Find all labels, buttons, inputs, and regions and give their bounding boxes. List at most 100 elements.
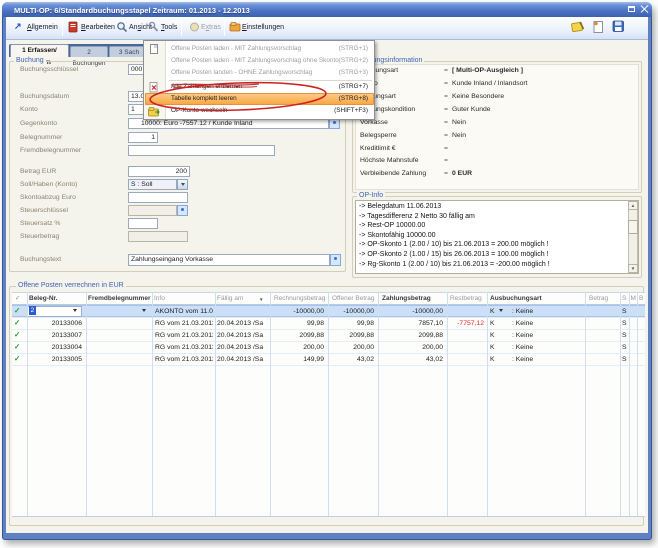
scroll-down-button[interactable]: ▼: [628, 264, 638, 273]
new-document-icon[interactable]: [592, 20, 605, 34]
cell-zahlungsbetrag: 43,02: [380, 355, 443, 365]
menu-item-alle-zahlungen-entfernen[interactable]: Alle Zahlungen entfernen(STRG+7): [144, 81, 374, 93]
close-window-button[interactable]: [640, 5, 650, 13]
steuersatz-input[interactable]: [128, 218, 158, 229]
field-label: Betrag EUR: [20, 168, 56, 175]
info-value: Kunde Inland / Inlandsort: [452, 80, 528, 87]
equals-sign: =: [444, 119, 448, 126]
column-header[interactable]: S: [622, 294, 626, 304]
beleg-editor-value[interactable]: 2: [29, 306, 36, 315]
column-header[interactable]: Ausbuchungsart: [490, 294, 542, 304]
cell-info: RG vom 21.03.2013: [155, 319, 213, 329]
restore-window-button[interactable]: [626, 5, 636, 13]
column-header[interactable]: Fällig am: [217, 294, 243, 304]
scrollbar-thumb[interactable]: [628, 220, 638, 234]
menu-extras[interactable]: Extras: [201, 22, 221, 34]
toolbar-separator: [62, 20, 63, 36]
row-check-icon[interactable]: ✓: [14, 342, 20, 352]
fremdbelegnummer-input[interactable]: [128, 145, 275, 156]
menu-einstellungen[interactable]: Einstellungen: [242, 22, 284, 34]
ausbuchung-dropdown-icon[interactable]: [499, 309, 503, 312]
scroll-up-button[interactable]: ▲: [628, 201, 638, 210]
cell-beleg[interactable]: 20133004: [30, 343, 82, 353]
buchungstext-lookup-button[interactable]: [330, 254, 341, 266]
stamp-note-icon[interactable]: [571, 20, 585, 34]
steuerbetrag-input[interactable]: [128, 231, 188, 242]
field-label: Gegenkonto: [20, 120, 57, 127]
row-check-icon[interactable]: ✓: [14, 306, 20, 316]
betrag-eur-input[interactable]: 200: [128, 166, 190, 177]
arrow-up-icon: ▲: [631, 203, 635, 208]
toolbar-separator: [181, 20, 182, 36]
column-header[interactable]: Fremdbelegnummer: [88, 294, 151, 304]
cell-ausbuchungsart: : Keine: [512, 319, 533, 329]
cell-ausbuchung-code: K: [490, 355, 495, 365]
column-header[interactable]: Offener Betrag: [332, 294, 375, 304]
field-label: Belegnummer: [20, 134, 62, 141]
grid-line: [629, 292, 630, 517]
cell-info: RG vom 21.03.2013: [155, 355, 213, 365]
cell-info: RG vom 21.03.2013: [155, 331, 213, 341]
cell-info: RG vom 21.03.2013: [155, 343, 213, 353]
column-header[interactable]: Zahlungsbetrag: [382, 294, 431, 304]
grid-line: [328, 292, 329, 517]
grid-line: [270, 292, 271, 517]
grid-line: [378, 292, 379, 517]
cell-ausbuchungsart: : Keine: [512, 307, 533, 317]
soll-haben-dropdown-button[interactable]: [177, 179, 188, 190]
belegnummer-input[interactable]: 1: [128, 132, 158, 143]
menu-item-op-laden-mit[interactable]: Offene Posten laden - MIT Zahlungsvorsch…: [144, 43, 374, 55]
field-label: Steuerbetrag: [20, 233, 59, 240]
menu-tools[interactable]: Tools: [161, 22, 177, 34]
cell-zahlungsbetrag: 200,00: [380, 343, 443, 353]
column-header[interactable]: Betrag: [589, 294, 608, 304]
menu-allgemein[interactable]: Allgemein: [27, 22, 58, 34]
field-label: Fremdbelegnummer: [20, 147, 81, 154]
cell-beleg[interactable]: 20133005: [30, 355, 82, 365]
menu-item-tabelle-komplett-leeren[interactable]: Tabelle komplett leeren(STRG+8): [144, 93, 374, 105]
op-info-line: -> Rg-Skonto 1 (2.00 / 10) bis 21.06.201…: [359, 260, 624, 270]
column-header[interactable]: Info: [154, 294, 165, 304]
equals-sign: =: [444, 170, 448, 177]
arrow-down-icon: ▼: [631, 266, 635, 271]
cell-faellig: 20.04.2013 /Sa: [217, 343, 263, 353]
steuerschluessel-combo[interactable]: [128, 205, 177, 216]
tab-erfassen-aendern[interactable]: 1 Erfassen/Ändern: [10, 44, 69, 57]
equals-sign: =: [444, 157, 448, 164]
buchung-group-label: Buchung: [14, 57, 46, 64]
cell-info: AKONTO vom 11.06.201: [155, 307, 213, 317]
cell-beleg[interactable]: 20133006: [30, 319, 82, 329]
table-bottom-line: [12, 516, 645, 517]
column-header[interactable]: Restbetrag: [450, 294, 482, 304]
title-bar[interactable]: MULTI-OP: 6/Standardbuchungsstapel Zeitr…: [2, 2, 652, 17]
tools-context-menu: Offene Posten laden - MIT Zahlungsvorsch…: [143, 40, 375, 120]
op-info-scrollbar[interactable]: [628, 201, 638, 273]
column-header[interactable]: B: [639, 294, 643, 304]
row-check-icon[interactable]: ✓: [14, 318, 20, 328]
cell-offener-betrag: -10000,00: [330, 307, 374, 317]
cell-s: S: [622, 343, 627, 353]
menu-bearbeiten[interactable]: Bearbeiten: [81, 22, 115, 34]
row-check-icon[interactable]: ✓: [14, 330, 20, 340]
cell-beleg[interactable]: 20133007: [30, 331, 82, 341]
soll-haben-combo[interactable]: S : Soll: [128, 179, 177, 190]
fremdbeleg-dropdown-icon[interactable]: [142, 309, 146, 312]
column-header[interactable]: M: [631, 294, 636, 304]
row-check-icon[interactable]: ✓: [14, 354, 20, 364]
column-header[interactable]: Rechnungsbetrag: [274, 294, 325, 304]
skontoabzug-input[interactable]: [128, 192, 188, 203]
steuerschluessel-lookup-button[interactable]: [177, 205, 188, 216]
beleg-dropdown-icon[interactable]: [73, 309, 77, 312]
cell-faellig: 20.04.2013 /Sa: [217, 331, 263, 341]
info-value: Nein: [452, 132, 466, 139]
save-icon[interactable]: [612, 20, 625, 33]
tab-buchungen[interactable]: 2 Buchungen: [70, 46, 108, 58]
buchungstext-combo[interactable]: Zahlungseingang Vorkasse: [128, 254, 330, 266]
menu-item-op-laden-ohne[interactable]: Offene Posten landen - OHNE Zahlungsvors…: [144, 67, 374, 79]
grid-line: [215, 292, 216, 517]
menu-item-op-konto-wechseln[interactable]: OP-Konto wechseln(SHIFT+F3): [144, 105, 374, 117]
menu-item-op-laden-mit-ohne-skonto[interactable]: Offene Posten laden - MIT Zahlungsvorsch…: [144, 55, 374, 67]
sort-descending-icon[interactable]: ▼: [259, 297, 263, 302]
op-info-line: -> OP-Skonto 1 (2.00 / 10) bis 21.06.201…: [359, 240, 624, 250]
column-header[interactable]: Beleg-Nr.: [29, 294, 58, 304]
